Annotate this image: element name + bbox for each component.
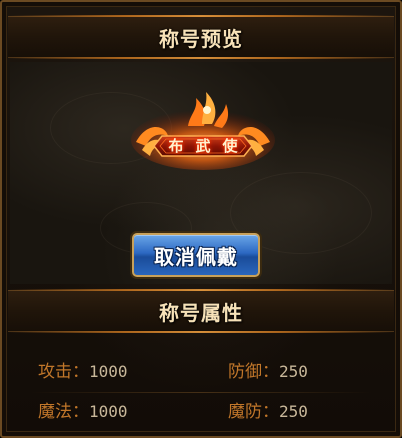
attributes-title: 称号属性 [159,300,243,325]
attribute-magic-defense: 魔防：250 [228,397,308,422]
attributes-list: 攻击：1000 防御：250 魔法：1000 魔防：250 [10,336,392,432]
attribute-label: 防御： [228,361,279,382]
attribute-label: 攻击： [38,361,89,382]
attribute-defense: 防御：250 [228,357,308,382]
title-panel: 称号预览 布武使 取消佩戴 称号属性 攻击：1000 防御：250 魔法：100… [0,0,402,438]
attribute-value: 1000 [89,361,128,381]
attribute-value: 250 [279,361,308,381]
attribute-label: 魔防： [228,401,279,422]
attribute-row: 攻击：1000 防御：250 [10,348,392,393]
cancel-wear-button[interactable]: 取消佩戴 [132,233,260,277]
preview-header: 称号预览 [8,15,394,59]
attribute-value: 250 [279,401,308,421]
attribute-value: 1000 [89,401,128,421]
attribute-row: 魔法：1000 魔防：250 [10,388,392,430]
emblem-title-text: 布武使 [168,137,250,155]
title-emblem: 布武使 [128,90,278,170]
flame-emblem-icon [131,92,275,170]
attribute-label: 魔法： [38,401,89,422]
attribute-magic: 魔法：1000 [38,397,128,422]
cancel-wear-label: 取消佩戴 [154,244,238,269]
attributes-header: 称号属性 [8,289,394,333]
preview-title: 称号预览 [159,26,243,51]
attribute-attack: 攻击：1000 [38,357,128,382]
